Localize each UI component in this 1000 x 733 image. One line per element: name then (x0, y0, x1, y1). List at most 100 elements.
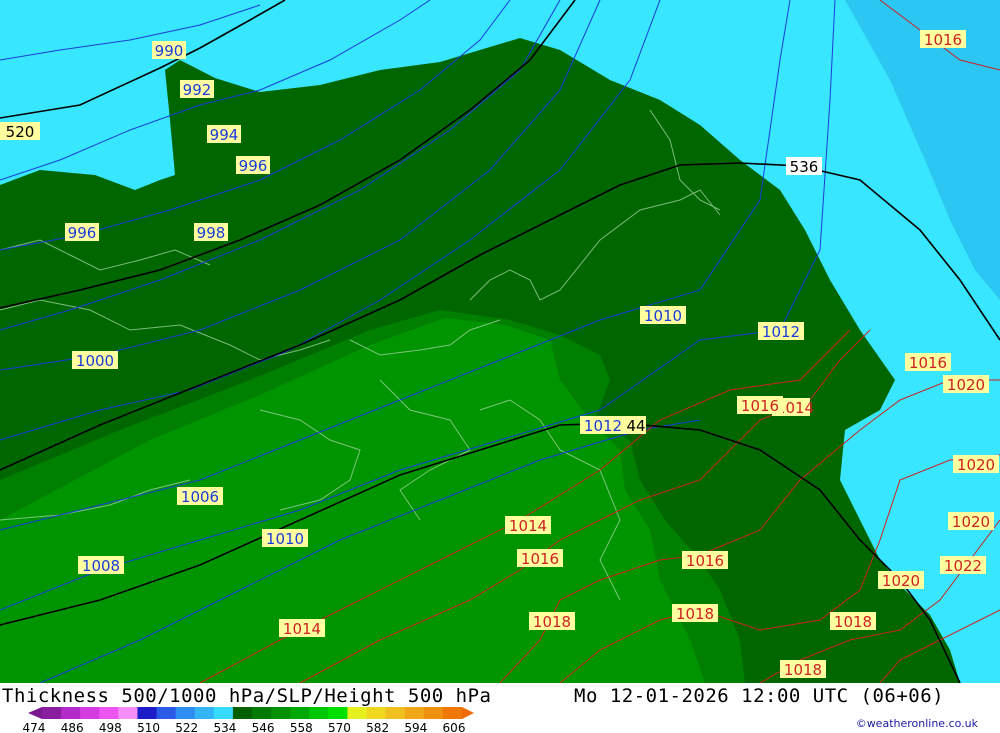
thickness-label-text: 520 (6, 123, 35, 141)
scale-swatch (271, 707, 291, 719)
scale-swatch (80, 707, 100, 719)
isobar-label: 1016 (682, 551, 728, 570)
isobar-label: 1008 (78, 556, 124, 575)
scale-swatch (42, 707, 62, 719)
scale-arrow-right (462, 707, 474, 719)
isobar-label: 1018 (672, 604, 718, 623)
scale-swatch (99, 707, 119, 719)
isobar-label: 1020 (943, 375, 989, 394)
isobar-label: 1018 (780, 660, 826, 679)
scale-tick-label: 570 (328, 721, 351, 733)
scale-swatch (423, 707, 444, 719)
scale-swatch (442, 707, 463, 719)
isobar-label-text: 1020 (947, 376, 985, 394)
scale-tick-label: 522 (175, 721, 198, 733)
thickness-label-text: 44 (626, 417, 645, 435)
valid-time: Mo 12-01-2026 12:00 UTC (06+06) (574, 685, 945, 707)
isobar-label-text: 1018 (784, 661, 822, 679)
isobar-label-text: 1018 (676, 605, 714, 623)
thickness-label: 520 (0, 122, 40, 141)
scale-tick-label: 534 (213, 721, 236, 733)
scale-swatch (328, 707, 348, 719)
isobar-label-text: 990 (155, 42, 184, 60)
isobar-label: 996 (65, 223, 99, 242)
isobar-label: 992 (180, 80, 214, 99)
scale-swatch (213, 707, 234, 719)
scale-swatch (366, 707, 387, 719)
scale-tick-label: 498 (99, 721, 122, 733)
isobar-label: 1018 (830, 612, 876, 631)
scale-swatch (156, 707, 177, 719)
isobar-label: 994 (207, 125, 241, 144)
isobar-label: 1014 (279, 619, 325, 638)
weather-map: 990 992 994 996 996 998 1000 1006 1008 1… (0, 0, 1000, 683)
isobar-label-text: 1020 (952, 513, 990, 531)
scale-arrow-left (28, 707, 42, 719)
isobar-label: 1016 (517, 549, 563, 568)
scale-swatch (194, 707, 215, 719)
scale-tick-label: 546 (252, 721, 275, 733)
isobar-label: 1022 (940, 556, 986, 575)
isobar-label: 998 (194, 223, 228, 242)
isobar-label: 1010 (262, 529, 308, 548)
credit-link[interactable]: ©weatheronline.co.uk (856, 717, 978, 730)
isobar-label-text: 1016 (909, 354, 947, 372)
isobar-label: 1012 (580, 416, 626, 435)
isobar-label-text: 994 (210, 126, 239, 144)
isobar-label-text: 1014 (283, 620, 321, 638)
isobar-label: 1016 (905, 353, 951, 372)
isobar-label-text: 1018 (834, 613, 872, 631)
isobar-label-text: 1022 (944, 557, 982, 575)
isobar-label-text: 1016 (741, 397, 779, 415)
scale-tick-label: 606 (443, 721, 466, 733)
scale-swatch (404, 707, 425, 719)
isobar-label: 1020 (953, 455, 999, 474)
isobar-label: 990 (152, 41, 186, 60)
isobar-label-text: 1020 (957, 456, 995, 474)
isobar-label: 1018 (529, 612, 575, 631)
footer: Thickness 500/1000 hPa/SLP/Height 500 hP… (0, 683, 1000, 733)
isobar-label-text: 998 (197, 224, 226, 242)
scale-swatch (232, 707, 253, 719)
isobar-label: 1000 (72, 351, 118, 370)
isobar-label: 1016 (737, 396, 783, 415)
isobar-label: 996 (236, 156, 270, 175)
isobar-label-text: 996 (68, 224, 97, 242)
isobar-label: 1020 (948, 512, 994, 531)
isobar-label: 1010 (640, 306, 686, 325)
thickness-label: 44 (626, 416, 646, 435)
isobar-label-text: 1012 (762, 323, 800, 341)
isobar-label-text: 1008 (82, 557, 120, 575)
thickness-label: 536 (786, 157, 822, 176)
isobar-label-text: 1012 (584, 417, 622, 435)
scale-swatch (137, 707, 158, 719)
isobar-label-text: 1016 (521, 550, 559, 568)
scale-tick-label: 594 (404, 721, 427, 733)
color-scale: 474 486 498 510 522 534 546 558 570 582 594 606 (23, 707, 474, 733)
map-title: Thickness 500/1000 hPa/SLP/Height 500 hP… (2, 685, 492, 707)
isobar-label-text: 1014 (509, 517, 547, 535)
scale-swatch (290, 707, 310, 719)
isobar-label-text: 1018 (533, 613, 571, 631)
isobar-label-text: 1010 (266, 530, 304, 548)
scale-swatch (118, 707, 138, 719)
scale-swatch (61, 707, 81, 719)
isobar-label-text: 1016 (924, 31, 962, 49)
scale-tick-label: 558 (290, 721, 313, 733)
isobar-label-text: 1010 (644, 307, 682, 325)
isobar-label-text: 1006 (181, 488, 219, 506)
isobar-label: 1020 (878, 571, 924, 590)
scale-tick-label: 486 (61, 721, 84, 733)
thickness-label-text: 536 (790, 158, 819, 176)
isobar-label-text: 1020 (882, 572, 920, 590)
isobar-label: 1016 (920, 30, 966, 49)
scale-swatch (175, 707, 196, 719)
isobar-label: 1006 (177, 487, 223, 506)
scale-swatch (385, 707, 406, 719)
scale-tick-label: 510 (137, 721, 160, 733)
scale-swatch (252, 707, 272, 719)
scale-tick-label: 474 (23, 721, 46, 733)
scale-swatch (309, 707, 329, 719)
isobar-label-text: 1016 (686, 552, 724, 570)
isobar-label-text: 992 (183, 81, 212, 99)
